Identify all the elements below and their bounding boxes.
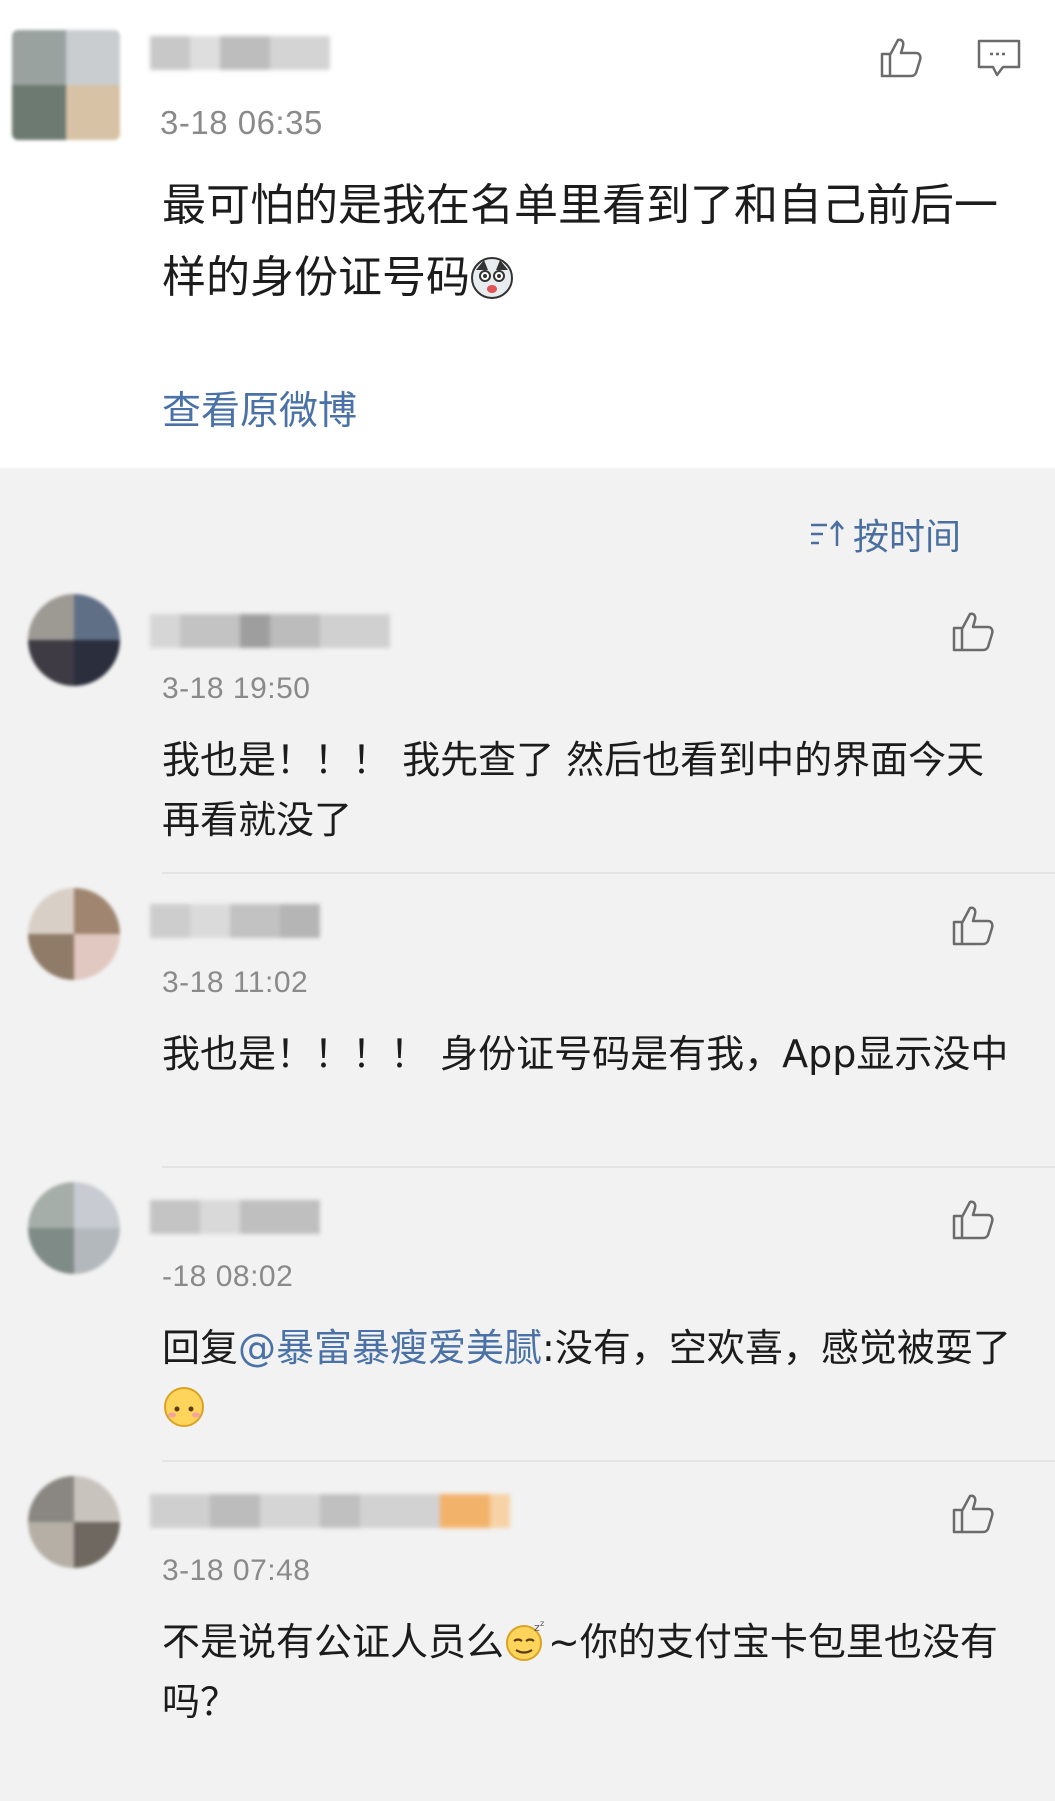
avatar[interactable] bbox=[12, 30, 120, 140]
avatar[interactable] bbox=[28, 594, 120, 686]
username-blurred[interactable] bbox=[150, 1200, 320, 1234]
avatar[interactable] bbox=[28, 1476, 120, 1568]
post-timestamp: 3-18 06:35 bbox=[160, 104, 323, 141]
comment-timestamp: 3-18 19:50 bbox=[162, 672, 311, 705]
sleepy-emoji-icon: zz bbox=[506, 1619, 544, 1661]
view-original-link[interactable]: 查看原微博 bbox=[162, 380, 357, 436]
comment-item: 3-18 11:02 我也是！！！！ 身份证号码是有我，App显示没中 bbox=[0, 874, 1055, 1168]
thumbs-up-icon[interactable] bbox=[950, 902, 996, 948]
username-blurred[interactable] bbox=[150, 904, 320, 938]
username-blurred[interactable] bbox=[150, 1494, 510, 1528]
sort-label: 按时间 bbox=[852, 517, 961, 558]
thumbs-up-icon[interactable] bbox=[950, 608, 996, 654]
reply-prefix: 回复 bbox=[162, 1326, 239, 1370]
username-blurred[interactable] bbox=[150, 36, 330, 70]
sort-by-time[interactable]: 按时间 bbox=[809, 508, 961, 560]
comment-text: 我也是！！！ 我先查了 然后也看到中的界面今天再看就没了 bbox=[162, 738, 985, 842]
thumbs-up-icon[interactable] bbox=[950, 1196, 996, 1242]
comment-text: 不是说有公证人员么 z z ~你的支付宝卡包里也没有吗？ bbox=[162, 1612, 1022, 1732]
username-blurred[interactable] bbox=[150, 614, 390, 648]
comment-text: 回复@暴富暴瘦爱美腻:没有，空欢喜，感觉被耍了 bbox=[162, 1318, 1022, 1438]
post-text-content: 最可怕的是我在名单里看到了和自己前后一样的身份证号码 bbox=[162, 180, 998, 303]
comment-timestamp: -18 08:02 bbox=[162, 1260, 294, 1293]
comment-text: 我也是！！！！ 身份证号码是有我，App显示没中 bbox=[162, 1032, 1009, 1076]
thumbs-up-icon[interactable] bbox=[950, 1490, 996, 1536]
mention-link[interactable]: @暴富暴瘦爱美腻 bbox=[238, 1326, 542, 1370]
comment-item: 3-18 07:48 不是说有公证人员么 z z ~你的支付宝卡包里也没有吗？ bbox=[0, 1462, 1055, 1801]
blank-face-emoji-icon bbox=[164, 1387, 204, 1427]
comment-item: -18 08:02 回复@暴富暴瘦爱美腻:没有，空欢喜，感觉被耍了 bbox=[0, 1168, 1055, 1462]
comment-icon[interactable] bbox=[976, 38, 1022, 78]
original-post: 3-18 06:35 最可怕的是我在名单里看到了和自己前后一样的身份证号码 查看… bbox=[0, 0, 1055, 468]
comment-text-content: :没有，空欢喜，感觉被耍了 bbox=[542, 1326, 1011, 1370]
husky-emoji-icon bbox=[471, 257, 513, 299]
comment-timestamp: 3-18 11:02 bbox=[162, 966, 309, 999]
post-text: 最可怕的是我在名单里看到了和自己前后一样的身份证号码 bbox=[162, 170, 1012, 314]
thumbs-up-icon[interactable] bbox=[878, 34, 924, 80]
sort-icon bbox=[810, 520, 844, 546]
comment-timestamp: 3-18 07:48 bbox=[162, 1554, 311, 1587]
avatar[interactable] bbox=[28, 888, 120, 980]
comment-item: 3-18 19:50 我也是！！！ 我先查了 然后也看到中的界面今天再看就没了 bbox=[0, 580, 1055, 874]
svg-text:z: z bbox=[540, 1619, 544, 1628]
avatar[interactable] bbox=[28, 1182, 120, 1274]
comment-text-before: 不是说有公证人员么 bbox=[162, 1620, 505, 1664]
